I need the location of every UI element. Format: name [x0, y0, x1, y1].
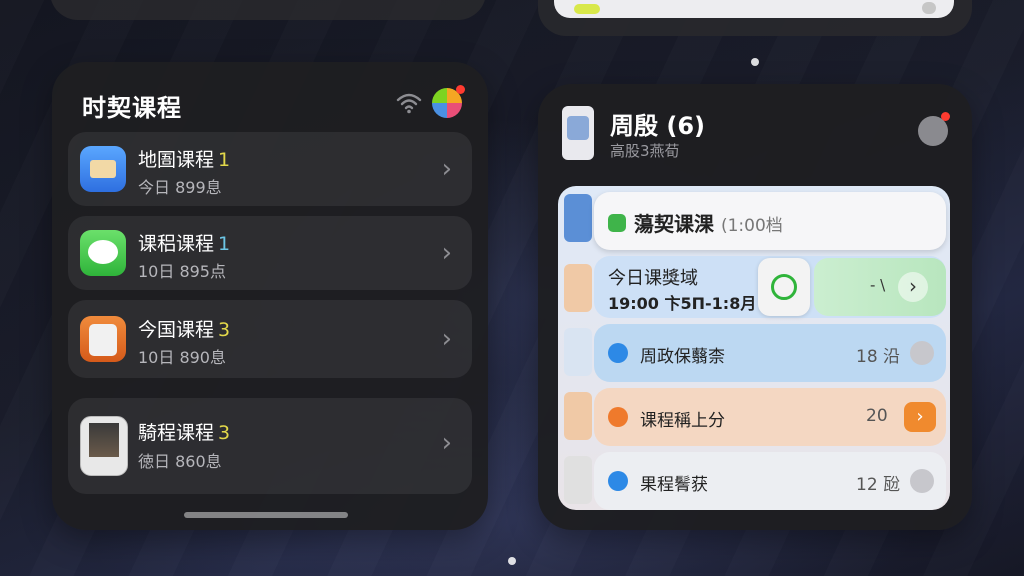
photo-icon [80, 416, 128, 476]
toggle-circle[interactable] [910, 341, 934, 365]
chevron-right-icon[interactable]: › [898, 272, 928, 302]
widget-title: 周殷 (6) [610, 112, 705, 140]
twitter-icon [608, 471, 628, 491]
item-subtitle: 今日 899息 [138, 178, 222, 197]
event-card[interactable]: 今日课獎域 19:00 卞5Π-1:8月 - \ › [594, 256, 946, 318]
event-title: 今日课獎域 [608, 268, 698, 289]
chevron-right-icon: › [441, 154, 452, 184]
item-subtitle: 10日 890息 [138, 348, 226, 367]
courses-widget[interactable]: 时契课程 地圄课程 1 今日 899息 › 课稆课程 1 10日 895点 › 今国… [52, 62, 488, 530]
list-item[interactable]: 地圄课程 1 今日 899息 › [68, 132, 472, 206]
item-title: 课稆课程 1 [138, 233, 231, 255]
notification-card[interactable]: 课程稱上分 20 › [594, 388, 946, 446]
notification-card[interactable]: 蕩契课淉 (1:00档 [594, 192, 946, 250]
card-value: 12 瓰 [856, 475, 901, 495]
list-item[interactable]: 今国课程 3 10日 890息 › [68, 300, 472, 378]
home-indicator [184, 512, 348, 518]
notification-badge [456, 85, 465, 94]
twitter-icon [608, 343, 628, 363]
chevron-right-icon: › [441, 324, 452, 354]
widget-title: 时契课程 [82, 94, 182, 122]
card-label: 果程鬌获 [640, 475, 708, 495]
card-title: 蕩契课淉 (1:00档 [634, 212, 783, 236]
card-label: 课程稱上分 [640, 411, 725, 431]
action-text: - \ [870, 276, 886, 294]
notification-card[interactable]: 果程鬌获 12 瓰 [594, 452, 946, 510]
item-subtitle: 徳日 860息 [138, 452, 222, 471]
card-value: 20 [866, 406, 888, 426]
notification-badge [941, 112, 950, 121]
notification-stack[interactable]: 蕩契课淉 (1:00档 今日课獎域 19:00 卞5Π-1:8月 - \ › 周… [558, 186, 950, 510]
page-indicator-dot [508, 557, 516, 565]
chevron-right-icon: › [441, 238, 452, 268]
thumbnail [564, 456, 592, 504]
briefcase-icon [80, 146, 126, 192]
list-item[interactable]: 课稆课程 1 10日 895点 › [68, 216, 472, 290]
card-label: 周政保蘙柰 [640, 347, 725, 367]
notification-card[interactable]: 周政保蘙柰 18 沿 [594, 324, 946, 382]
item-title: 騎程课程 3 [138, 422, 231, 444]
item-subtitle: 10日 895点 [138, 262, 226, 281]
photos-icon[interactable] [432, 85, 465, 118]
app-icon [608, 214, 626, 232]
top-left-widget-partial[interactable] [50, 0, 486, 20]
widget-subtitle: 高股3燕荀 [610, 142, 680, 160]
app-icon-partial [574, 4, 600, 14]
top-right-widget-partial[interactable] [538, 0, 972, 36]
avatar [564, 264, 592, 312]
toggle-circle[interactable] [910, 469, 934, 493]
event-time: 19:00 卞5Π-1:8月 [608, 294, 757, 313]
avatar[interactable] [918, 112, 950, 146]
bag-icon [80, 316, 126, 362]
avatar [564, 392, 592, 440]
schedule-widget[interactable]: 周殷 (6) 高股3燕荀 蕩契课淉 (1:00档 今日课獎域 19:00 卞5Π… [538, 84, 972, 530]
page-indicator-dot [751, 58, 759, 66]
list-item[interactable]: 騎程课程 3 徳日 860息 › [68, 398, 472, 494]
action-pill[interactable]: - \ › [814, 258, 946, 316]
wifi-icon [396, 93, 422, 114]
dismiss-icon[interactable] [922, 2, 936, 14]
wechat-icon[interactable] [758, 258, 810, 316]
chevron-right-icon: › [441, 428, 452, 458]
thumbnail [564, 194, 592, 242]
messages-icon [80, 230, 126, 276]
notification-bar-partial[interactable] [554, 0, 954, 18]
thumbnail [564, 328, 592, 376]
item-title: 今国课程 3 [138, 319, 231, 341]
chevron-right-button[interactable]: › [904, 402, 936, 432]
app-icon [562, 106, 594, 160]
item-title: 地圄课程 1 [138, 149, 231, 171]
card-value: 18 沿 [856, 347, 901, 367]
chat-icon [608, 407, 628, 427]
